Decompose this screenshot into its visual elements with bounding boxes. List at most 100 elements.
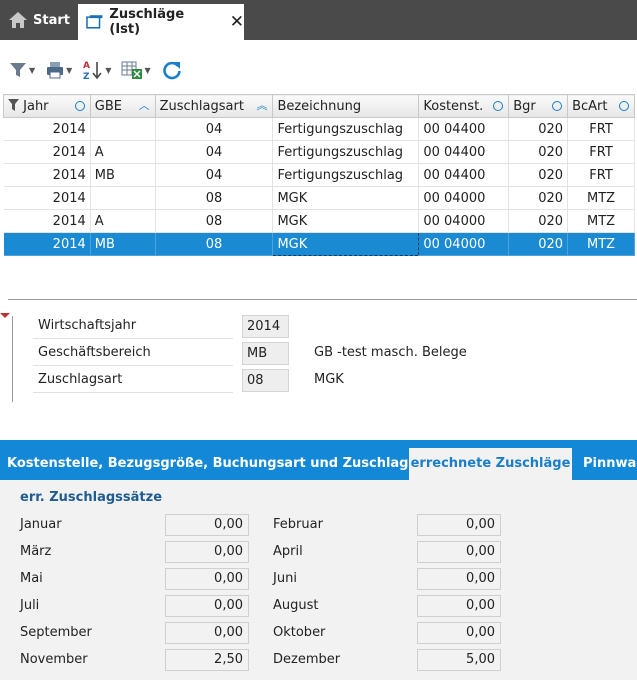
tab-start[interactable]: Start (0, 0, 76, 40)
cell-bgr: 020 (508, 232, 569, 256)
month-value-field[interactable]: 0,00 (417, 541, 501, 563)
column-label: BcArt (572, 98, 608, 114)
sort-button[interactable]: AZ ▼ (82, 59, 111, 81)
svg-text:A: A (83, 61, 90, 71)
cell-zuschlagsart: 04 (155, 163, 274, 187)
cell-bezeichnung[interactable]: MGK (272, 232, 420, 256)
cell-bcart: FRT (567, 117, 635, 141)
cell-jahr: 2014 (3, 117, 91, 141)
column-header-bgr[interactable]: Bgr (508, 94, 569, 118)
month-value-field[interactable]: 0,00 (417, 568, 501, 590)
detail-tab-bar: Kostenstelle, Bezugsgröße, Buchungsart u… (0, 440, 637, 480)
cell-kostenst: 00 04000 (418, 209, 510, 233)
column-header-bcart[interactable]: BcArt (567, 94, 635, 118)
svg-text:Z: Z (83, 72, 90, 81)
cell-kostenst: 00 04400 (418, 163, 510, 187)
column-label: Jahr (23, 98, 49, 114)
column-label: GBE (94, 98, 122, 114)
sort-indicator-icon (552, 101, 563, 111)
cell-kostenst: 00 04400 (418, 117, 510, 141)
cell-jahr: 2014 (3, 186, 91, 210)
column-header-jahr[interactable]: Jahr (3, 94, 91, 118)
month-label: April (273, 544, 303, 559)
cell-bcart: FRT (567, 163, 635, 187)
month-value-field[interactable]: 0,00 (165, 595, 249, 617)
rates-heading: err. Zuschlagssätze (20, 490, 163, 505)
table-row[interactable]: 2014 A 08 MGK 00 04000 020 MTZ (3, 209, 635, 233)
column-header-gbe[interactable]: GBE ︿ (89, 94, 156, 118)
collapse-triangle-icon[interactable] (0, 313, 10, 318)
year-field[interactable]: 2014 (242, 315, 289, 338)
cell-kostenst: 00 04000 (418, 232, 510, 256)
close-icon[interactable]: ✕ (230, 12, 244, 32)
row-divider (33, 392, 233, 393)
month-label: Juni (273, 571, 297, 586)
column-label: Bezeichnung (277, 98, 362, 114)
cell-gbe: A (90, 209, 156, 233)
month-value-field[interactable]: 0,00 (417, 622, 501, 644)
toolbar: ▼ ▼ AZ ▼ ▼ (8, 56, 183, 84)
month-value-field[interactable]: 0,00 (417, 595, 501, 617)
column-header-kostenst[interactable]: Kostenst. (418, 94, 510, 118)
printer-icon (47, 62, 64, 79)
month-label: Oktober (273, 625, 326, 640)
month-value-field[interactable]: 5,00 (417, 649, 501, 671)
cell-gbe: A (90, 140, 156, 164)
row-divider (33, 338, 233, 339)
month-value-field[interactable]: 0,00 (165, 514, 249, 536)
sort-ascending-icon: ︿ (138, 99, 150, 112)
cell-bcart: FRT (567, 140, 635, 164)
filter-icon (8, 98, 19, 111)
detail-border (12, 316, 13, 402)
month-value-field[interactable]: 0,00 (165, 622, 249, 644)
cell-bgr: 020 (508, 163, 569, 187)
cell-bezeichnung: MGK (272, 186, 420, 210)
home-icon (9, 12, 27, 28)
month-label: Februar (273, 517, 323, 532)
month-value-field[interactable]: 0,00 (165, 568, 249, 590)
tab-pinnwand[interactable]: Pinnwan (583, 440, 637, 480)
table-row-selected[interactable]: 2014 MB 08 MGK 00 04000 020 MTZ (3, 232, 635, 256)
cell-jahr: 2014 (3, 232, 91, 256)
cell-bezeichnung: Fertigungszuschlag (272, 163, 420, 187)
column-label: Kostenst. (423, 98, 484, 114)
cell-zuschlagsart: 08 (155, 232, 274, 256)
refresh-icon (162, 61, 181, 80)
window-icon (86, 15, 103, 29)
tab-zuschlaege[interactable]: Zuschläge (Ist) ✕ (78, 4, 244, 40)
zuschlaege-table: Jahr GBE ︿ Zuschlagsart ︽ Bezeichnung Ko… (3, 94, 635, 256)
year-label: Wirtschaftsjahr (38, 318, 137, 333)
refresh-button[interactable] (161, 59, 183, 81)
table-row[interactable]: 2014 08 MGK 00 04000 020 MTZ (3, 186, 635, 210)
chevron-down-icon: ▼ (105, 65, 112, 75)
cell-bezeichnung: Fertigungszuschlag (272, 117, 420, 141)
print-button[interactable]: ▼ (45, 60, 72, 80)
rates-panel: err. Zuschlagssätze Januar 0,00 Februar … (0, 480, 637, 680)
cell-bcart: MTZ (567, 232, 635, 256)
column-header-bezeichnung[interactable]: Bezeichnung (272, 94, 420, 118)
filter-button[interactable]: ▼ (8, 60, 35, 80)
row-divider (33, 365, 233, 366)
export-excel-button[interactable]: ▼ (121, 60, 151, 80)
cell-gbe: MB (90, 163, 156, 187)
column-header-zuschlagsart[interactable]: Zuschlagsart ︽ (154, 94, 274, 118)
cell-gbe (90, 186, 156, 210)
tab-kostenstelle[interactable]: Kostenstelle, Bezugsgröße, Buchungsart u… (7, 440, 448, 480)
cell-gbe: MB (90, 232, 156, 256)
area-field[interactable]: MB (242, 342, 289, 365)
month-label: März (20, 544, 52, 559)
tab-errechnete-zuschlaege[interactable]: errechnete Zuschläge (409, 448, 572, 480)
tab-start-label: Start (33, 12, 70, 28)
splitter-line[interactable] (8, 299, 637, 300)
type-field[interactable]: 08 (242, 369, 289, 392)
month-label: November (20, 652, 88, 667)
month-label: Dezember (273, 652, 341, 667)
month-value-field[interactable]: 0,00 (165, 541, 249, 563)
cell-zuschlagsart: 08 (155, 209, 274, 233)
month-value-field[interactable]: 0,00 (417, 514, 501, 536)
table-row[interactable]: 2014 A 04 Fertigungszuschlag 00 04400 02… (3, 140, 635, 164)
table-row[interactable]: 2014 MB 04 Fertigungszuschlag 00 04400 0… (3, 163, 635, 187)
month-value-field[interactable]: 2,50 (165, 649, 249, 671)
excel-export-icon (121, 61, 143, 79)
table-row[interactable]: 2014 04 Fertigungszuschlag 00 04400 020 … (3, 117, 635, 141)
